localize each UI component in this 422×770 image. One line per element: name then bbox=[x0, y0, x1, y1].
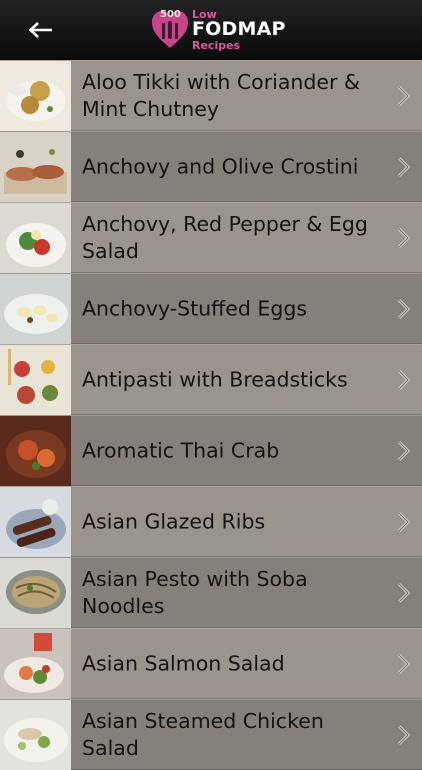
recipe-thumbnail bbox=[0, 132, 71, 202]
recipe-title: Aromatic Thai Crab bbox=[82, 438, 280, 462]
logo-number: 500 bbox=[160, 9, 181, 20]
recipe-thumbnail bbox=[0, 629, 71, 699]
recipe-row[interactable]: Aromatic Thai Crab bbox=[0, 415, 422, 486]
recipe-thumbnail bbox=[0, 61, 71, 131]
recipe-title: Anchovy-Stuffed Eggs bbox=[82, 296, 308, 320]
recipe-title: Aloo Tikki with Coriander & Mint Chutney bbox=[82, 69, 360, 121]
chevron-right-icon bbox=[397, 724, 411, 745]
chevron-right-icon bbox=[397, 85, 411, 106]
recipe-row[interactable]: Aloo Tikki with Coriander & Mint Chutney bbox=[0, 60, 422, 131]
recipe-title: Asian Salmon Salad bbox=[82, 651, 285, 675]
recipe-thumbnail bbox=[0, 700, 71, 770]
recipe-title: Asian Steamed Chicken Salad bbox=[82, 708, 324, 760]
recipe-row[interactable]: Antipasti with Breadsticks bbox=[0, 344, 422, 415]
logo-brand-text: FODMAP bbox=[192, 18, 286, 40]
recipe-row[interactable]: Asian Pesto with Soba Noodles bbox=[0, 557, 422, 628]
recipe-title: Asian Pesto with Soba Noodles bbox=[82, 566, 308, 618]
recipe-thumbnail bbox=[0, 274, 71, 344]
recipe-row[interactable]: Asian Salmon Salad bbox=[0, 628, 422, 699]
recipe-title: Anchovy and Olive Crostini bbox=[82, 154, 359, 178]
recipe-row[interactable]: Anchovy-Stuffed Eggs bbox=[0, 273, 422, 344]
app-logo: 500 Low FODMAP Recipes bbox=[152, 6, 292, 54]
chevron-right-icon bbox=[397, 156, 411, 177]
recipe-thumbnail bbox=[0, 345, 71, 415]
recipe-thumbnail bbox=[0, 203, 71, 273]
chevron-right-icon bbox=[397, 227, 411, 248]
recipe-list: Aloo Tikki with Coriander & Mint Chutney… bbox=[0, 60, 422, 770]
recipe-title: Asian Glazed Ribs bbox=[82, 509, 266, 533]
recipe-row[interactable]: Anchovy and Olive Crostini bbox=[0, 131, 422, 202]
chevron-right-icon bbox=[397, 511, 411, 532]
chevron-right-icon bbox=[397, 298, 411, 319]
recipe-title: Anchovy, Red Pepper & Egg Salad bbox=[82, 211, 368, 263]
chevron-right-icon bbox=[397, 582, 411, 603]
back-arrow-icon bbox=[29, 22, 52, 38]
app-header: 500 Low FODMAP Recipes bbox=[0, 0, 422, 60]
recipe-title: Antipasti with Breadsticks bbox=[82, 367, 348, 391]
chevron-right-icon bbox=[397, 369, 411, 390]
chevron-right-icon bbox=[397, 653, 411, 674]
recipe-thumbnail bbox=[0, 487, 71, 557]
recipe-row[interactable]: Anchovy, Red Pepper & Egg Salad bbox=[0, 202, 422, 273]
recipe-thumbnail bbox=[0, 416, 71, 486]
recipe-thumbnail bbox=[0, 558, 71, 628]
recipe-row[interactable]: Asian Steamed Chicken Salad bbox=[0, 699, 422, 770]
recipe-row[interactable]: Asian Glazed Ribs bbox=[0, 486, 422, 557]
back-button[interactable] bbox=[24, 16, 58, 44]
logo-sub-text: Recipes bbox=[192, 39, 241, 52]
chevron-right-icon bbox=[397, 440, 411, 461]
